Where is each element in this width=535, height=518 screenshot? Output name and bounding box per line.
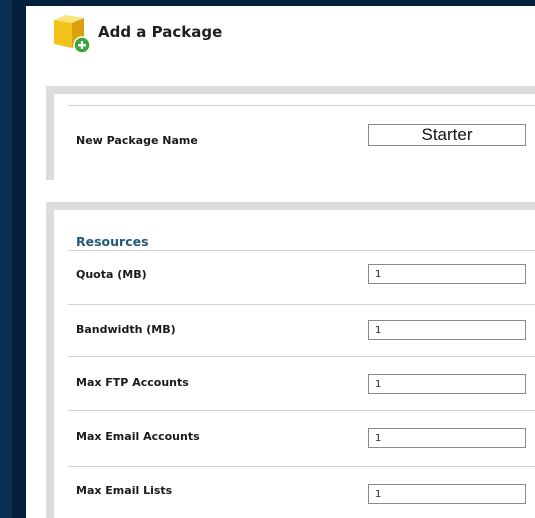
- quota-input[interactable]: [368, 264, 526, 284]
- package-name-input[interactable]: [368, 124, 526, 146]
- resources-section: Resources Quota (MB) Bandwidth (MB) Max …: [46, 202, 535, 518]
- bandwidth-input[interactable]: [368, 320, 526, 340]
- bandwidth-label: Bandwidth (MB): [76, 323, 176, 336]
- resources-section-body: Resources Quota (MB) Bandwidth (MB) Max …: [54, 210, 535, 518]
- max-ftp-accounts-input[interactable]: [368, 374, 526, 394]
- add-package-icon: [54, 15, 91, 54]
- divider: [68, 304, 535, 305]
- max-email-accounts-label: Max Email Accounts: [76, 430, 200, 443]
- max-email-lists-label: Max Email Lists: [76, 484, 173, 497]
- max-ftp-accounts-label: Max FTP Accounts: [76, 376, 189, 389]
- divider: [68, 356, 535, 357]
- page-title: Add a Package: [98, 23, 223, 41]
- max-email-lists-input[interactable]: [368, 484, 526, 504]
- divider: [68, 250, 535, 251]
- max-email-accounts-input[interactable]: [368, 428, 526, 448]
- package-name-section-body: New Package Name: [54, 94, 535, 180]
- divider: [68, 410, 535, 411]
- resources-heading: Resources: [76, 234, 149, 249]
- window-frame: Add a Package New Package Name Resources…: [12, 0, 535, 518]
- divider: [68, 105, 535, 106]
- add-package-panel: Add a Package New Package Name Resources…: [26, 6, 535, 518]
- divider: [68, 466, 535, 467]
- package-name-label: New Package Name: [76, 134, 198, 147]
- quota-label: Quota (MB): [76, 268, 147, 281]
- package-name-section: New Package Name: [46, 86, 535, 180]
- page-header: Add a Package: [26, 6, 535, 66]
